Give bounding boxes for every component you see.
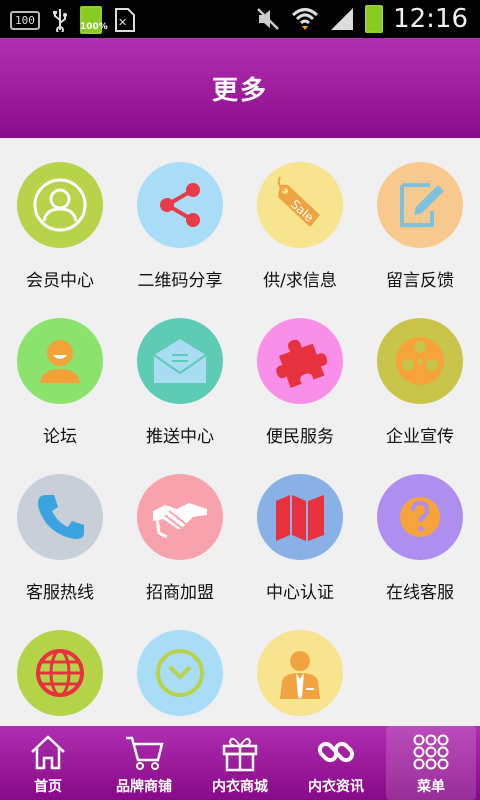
grid-item-label: 在线客服 (386, 583, 454, 603)
home-icon (31, 735, 65, 770)
supply-demand-circle: Sale (257, 162, 343, 248)
grid-item-label: 招商加盟 (146, 583, 214, 603)
tab-brand-shops[interactable]: 品牌商铺 (96, 726, 192, 800)
grid-item-label: 供/求信息 (263, 271, 337, 291)
franchise-circle (137, 474, 223, 560)
grid-item-forum[interactable]: 论坛 (0, 294, 120, 450)
tab-menu[interactable]: 菜单 (386, 726, 476, 800)
link-icon (317, 741, 355, 763)
grid-item-label: 留言反馈 (386, 271, 454, 291)
grid-item-certification[interactable]: 中心认证 (240, 450, 360, 606)
cart-icon (126, 736, 164, 770)
grid-item-label: 二维码分享 (137, 271, 223, 291)
signal-icon (331, 8, 354, 30)
sim-icon: ✕ (114, 8, 135, 32)
clock-circle (137, 630, 223, 716)
battery-icon (365, 5, 384, 33)
user-silhouette-icon (33, 178, 87, 232)
page-title: 更多 (211, 75, 268, 106)
tab-label: 首页 (34, 779, 62, 795)
grid-item-label: 推送中心 (146, 427, 214, 447)
battery-full-icon: 100% (79, 6, 108, 34)
mute-icon (257, 8, 279, 30)
status-bar: 100 100% ✕ 12:16 (0, 0, 480, 38)
grid-item-corporate-promo[interactable]: 企业宣传 (360, 294, 480, 450)
grid-item-label: 论坛 (43, 427, 77, 447)
grid-item-label: 中心认证 (266, 583, 334, 603)
gift-icon (222, 737, 258, 772)
clock: 12:16 (393, 4, 468, 34)
tab-label: 品牌商铺 (116, 779, 172, 795)
svg-text:✕: ✕ (118, 16, 127, 29)
hotline-circle (17, 474, 103, 560)
pencil-icon (400, 183, 444, 227)
grid-item-qr-share[interactable]: 二维码分享 (120, 138, 240, 294)
globe-icon (36, 649, 84, 697)
grid-item-label: 企业宣传 (386, 427, 454, 447)
grid-item-hotline[interactable]: 客服热线 (0, 450, 120, 606)
battery-box-icon: 100 (10, 10, 40, 30)
grid-item-label: 会员中心 (26, 271, 94, 291)
convenience-circle (257, 318, 343, 404)
grid-item-online-service[interactable]: 在线客服 (360, 450, 480, 606)
grid-item-label: 便民服务 (266, 427, 334, 447)
online-service-circle (377, 474, 463, 560)
envelope-icon (153, 339, 207, 383)
tab-home[interactable]: 首页 (0, 726, 96, 800)
feedback-circle (377, 162, 463, 248)
tab-lingerie-mall[interactable]: 内衣商城 (192, 726, 288, 800)
map-icon (276, 495, 324, 541)
grid-item-supply-demand[interactable]: Sale 供/求信息 (240, 138, 360, 294)
battery-percent: 100% (79, 22, 108, 32)
sale-tag-icon: Sale (277, 176, 320, 227)
push-center-circle (137, 318, 223, 404)
menu-grid: 会员中心 二维码分享 Sale 供/求信息 留言反馈 论坛 推送中心 便民服务 … (0, 138, 480, 726)
film-reel-icon (396, 337, 444, 385)
businessman-icon (280, 651, 320, 699)
globe-circle (17, 630, 103, 716)
tab-lingerie-news[interactable]: 内衣资讯 (288, 726, 384, 800)
member-center-circle (17, 162, 103, 248)
wifi-icon (292, 8, 319, 30)
tab-label: 内衣资讯 (308, 779, 364, 795)
qr-share-circle (137, 162, 223, 248)
grid-item-member-center[interactable]: 会员中心 (0, 138, 120, 294)
certification-circle (257, 474, 343, 560)
menu-grid-icon (413, 734, 449, 770)
puzzle-icon (276, 339, 328, 388)
tab-label: 菜单 (417, 779, 445, 795)
header: 更多 (0, 38, 480, 138)
grid-item-franchise[interactable]: 招商加盟 (120, 450, 240, 606)
bottom-tab-bar: 首页 品牌商铺 内衣商城 内衣资讯 菜单 (0, 726, 480, 800)
question-icon (400, 497, 440, 537)
tab-label: 内衣商城 (212, 779, 268, 795)
grid-item-push-center[interactable]: 推送中心 (120, 294, 240, 450)
smiley-user-icon (40, 340, 80, 383)
corporate-promo-circle (377, 318, 463, 404)
forum-circle (17, 318, 103, 404)
clock-icon (156, 649, 204, 697)
businessman-circle (257, 630, 343, 716)
grid-item-label: 客服热线 (26, 583, 94, 603)
grid-item-convenience[interactable]: 便民服务 (240, 294, 360, 450)
usb-icon (52, 9, 67, 32)
phone-icon (38, 495, 84, 539)
share-icon (160, 183, 200, 227)
grid-item-feedback[interactable]: 留言反馈 (360, 138, 480, 294)
handshake-icon (153, 503, 207, 539)
